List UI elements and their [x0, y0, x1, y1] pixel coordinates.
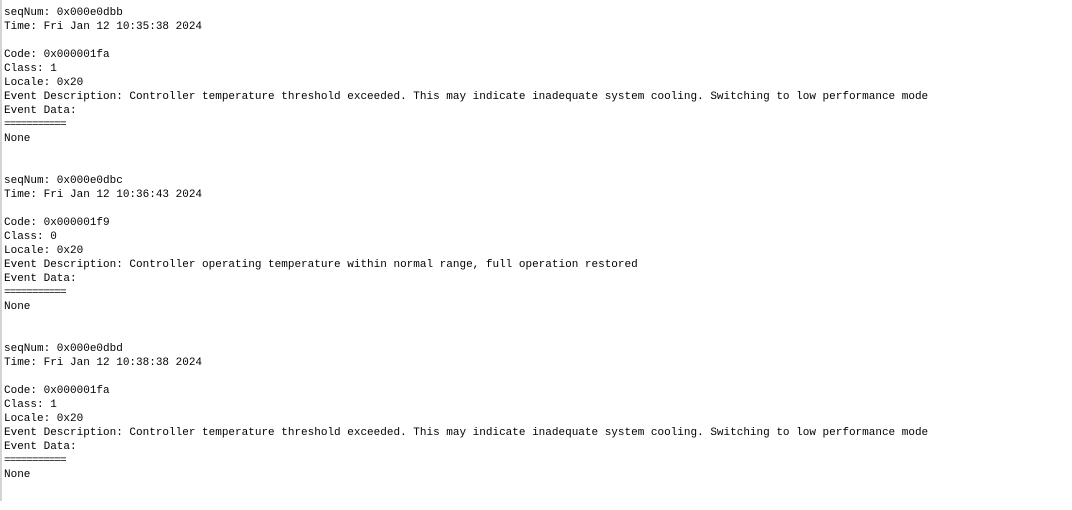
time-line: Time: Fri Jan 12 10:35:38 2024 — [4, 21, 203, 33]
class-line: Class: 0 — [4, 231, 57, 243]
log-viewer: { "entries": [ { "seqnum": "seqNum: 0x00… — [0, 0, 1072, 501]
separator-line: =========== — [4, 287, 67, 299]
code-line: Code: 0x000001fa — [4, 385, 110, 397]
event-data-label: Event Data: — [4, 273, 77, 285]
seqnum-line: seqNum: 0x000e0dbd — [4, 343, 123, 355]
event-data-label: Event Data: — [4, 105, 77, 117]
event-data-label: Event Data: — [4, 441, 77, 453]
locale-line: Locale: 0x20 — [4, 77, 84, 89]
locale-line: Locale: 0x20 — [4, 245, 84, 257]
description-line: Event Description: Controller temperatur… — [4, 91, 929, 103]
separator-line: =========== — [4, 455, 67, 467]
class-line: Class: 1 — [4, 63, 57, 75]
event-data-value: None — [4, 301, 31, 313]
description-line: Event Description: Controller operating … — [4, 259, 638, 271]
event-data-value: None — [4, 133, 31, 145]
seqnum-line: seqNum: 0x000e0dbb — [4, 7, 123, 19]
code-line: Code: 0x000001f9 — [4, 217, 110, 229]
time-line: Time: Fri Jan 12 10:36:43 2024 — [4, 189, 203, 201]
log-entry: seqNum: 0x000e0dbc Time: Fri Jan 12 10:3… — [4, 174, 1072, 314]
separator-line: =========== — [4, 119, 67, 131]
time-line: Time: Fri Jan 12 10:38:38 2024 — [4, 357, 203, 369]
log-entry: seqNum: 0x000e0dbd Time: Fri Jan 12 10:3… — [4, 342, 1072, 482]
log-entry: seqNum: 0x000e0dbb Time: Fri Jan 12 10:3… — [4, 6, 1072, 146]
class-line: Class: 1 — [4, 399, 57, 411]
event-log: seqNum: 0x000e0dbb Time: Fri Jan 12 10:3… — [4, 6, 1072, 510]
description-line: Event Description: Controller temperatur… — [4, 427, 929, 439]
locale-line: Locale: 0x20 — [4, 413, 84, 425]
event-data-value: None — [4, 469, 31, 481]
code-line: Code: 0x000001fa — [4, 49, 110, 61]
seqnum-line: seqNum: 0x000e0dbc — [4, 175, 123, 187]
